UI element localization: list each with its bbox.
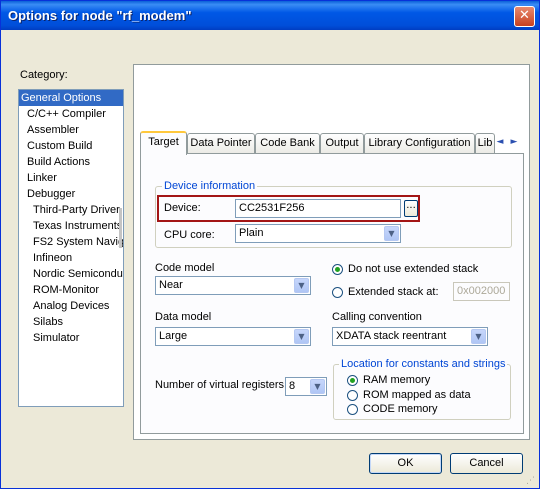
device-value: CC2531F256	[239, 202, 305, 214]
tab-code-bank[interactable]: Code Bank	[255, 133, 320, 153]
calling-convention-value: XDATA stack reentrant	[336, 330, 447, 342]
category-item[interactable]: Build Actions	[19, 154, 123, 170]
category-item[interactable]: Linker	[19, 170, 123, 186]
extended-stack-address-field: 0x002000	[453, 282, 510, 301]
tab-scroll-left-icon[interactable]: ◄	[493, 134, 507, 150]
category-item[interactable]: Third-Party Driver	[19, 202, 123, 218]
tab-output[interactable]: Output	[320, 133, 364, 153]
location-rom-label[interactable]: ROM mapped as data	[363, 389, 471, 401]
stack-none-radio[interactable]	[332, 264, 343, 275]
category-item[interactable]: Simulator	[19, 330, 123, 346]
device-info-group-label: Device information	[162, 180, 258, 192]
location-ram-radio[interactable]	[347, 375, 358, 386]
virtual-registers-value: 8	[289, 380, 296, 392]
category-item[interactable]: Debugger	[19, 186, 123, 202]
stack-extended-label[interactable]: Extended stack at:	[348, 286, 439, 298]
code-model-label: Code model	[155, 262, 215, 274]
category-item[interactable]: Analog Devices	[19, 298, 123, 314]
location-code-radio[interactable]	[347, 404, 358, 415]
category-item[interactable]: General Options	[19, 90, 123, 106]
location-ram-label[interactable]: RAM memory	[363, 374, 430, 386]
chevron-down-icon[interactable]: ▼	[384, 226, 399, 241]
device-label: Device:	[164, 202, 201, 214]
data-model-value: Large	[159, 330, 188, 342]
chevron-down-icon[interactable]: ▼	[294, 329, 309, 344]
category-item[interactable]: Texas Instruments	[19, 218, 123, 234]
category-item[interactable]: ROM-Monitor	[19, 282, 123, 298]
resize-grip-icon[interactable]: ⋰	[526, 475, 538, 487]
device-browse-button[interactable]: ...	[404, 200, 418, 217]
location-group-label: Location for constants and strings	[339, 358, 508, 370]
virtual-registers-select[interactable]: 8 ▼	[285, 377, 327, 396]
stack-extended-radio[interactable]	[332, 287, 343, 298]
chevron-down-icon[interactable]: ▼	[294, 278, 309, 293]
tab-lib[interactable]: Lib	[475, 133, 495, 153]
category-item[interactable]: Custom Build	[19, 138, 123, 154]
window-title: Options for node "rf_modem"	[8, 8, 192, 23]
category-label: Category:	[20, 69, 68, 81]
chevron-down-icon[interactable]: ▼	[310, 379, 325, 394]
tab-library-configuration[interactable]: Library Configuration	[364, 133, 475, 153]
tab-scroll-buttons: ◄ ►	[493, 134, 523, 150]
chevron-down-icon[interactable]: ▼	[471, 329, 486, 344]
ok-button[interactable]: OK	[369, 453, 442, 474]
category-item[interactable]: Silabs	[19, 314, 123, 330]
category-list: General Options C/C++ Compiler Assembler Cu…	[18, 89, 124, 407]
calling-convention-label: Calling convention	[332, 311, 422, 323]
device-field[interactable]: CC2531F256	[235, 199, 401, 218]
location-code-label[interactable]: CODE memory	[363, 403, 438, 415]
cancel-button[interactable]: Cancel	[450, 453, 523, 474]
data-model-label: Data model	[155, 311, 212, 323]
category-item[interactable]: FS2 System Navig	[19, 234, 123, 250]
category-item[interactable]: Infineon	[19, 250, 123, 266]
cpu-core-label: CPU core:	[164, 229, 215, 241]
calling-convention-select[interactable]: XDATA stack reentrant ▼	[332, 327, 488, 346]
code-model-value: Near	[159, 279, 183, 291]
close-button[interactable]: ✕	[514, 6, 535, 27]
location-rom-radio[interactable]	[347, 390, 358, 401]
title-bar[interactable]: Options for node "rf_modem" ✕	[1, 1, 539, 30]
category-item[interactable]: C/C++ Compiler	[19, 106, 123, 122]
category-scrollbar[interactable]	[119, 208, 122, 248]
extended-stack-address-value: 0x002000	[457, 285, 506, 297]
cpu-core-select[interactable]: Plain ▼	[235, 224, 401, 243]
tab-scroll-right-icon[interactable]: ►	[507, 134, 521, 150]
virtual-registers-label: Number of virtual registers:	[155, 379, 288, 391]
tab-data-pointer[interactable]: Data Pointer	[187, 133, 255, 153]
category-item[interactable]: Assembler	[19, 122, 123, 138]
cpu-core-value: Plain	[239, 227, 264, 239]
data-model-select[interactable]: Large ▼	[155, 327, 311, 346]
tab-target[interactable]: Target	[140, 131, 187, 155]
code-model-select[interactable]: Near ▼	[155, 276, 311, 295]
stack-none-label[interactable]: Do not use extended stack	[348, 263, 478, 275]
category-item[interactable]: Nordic Semiconduc	[19, 266, 123, 282]
